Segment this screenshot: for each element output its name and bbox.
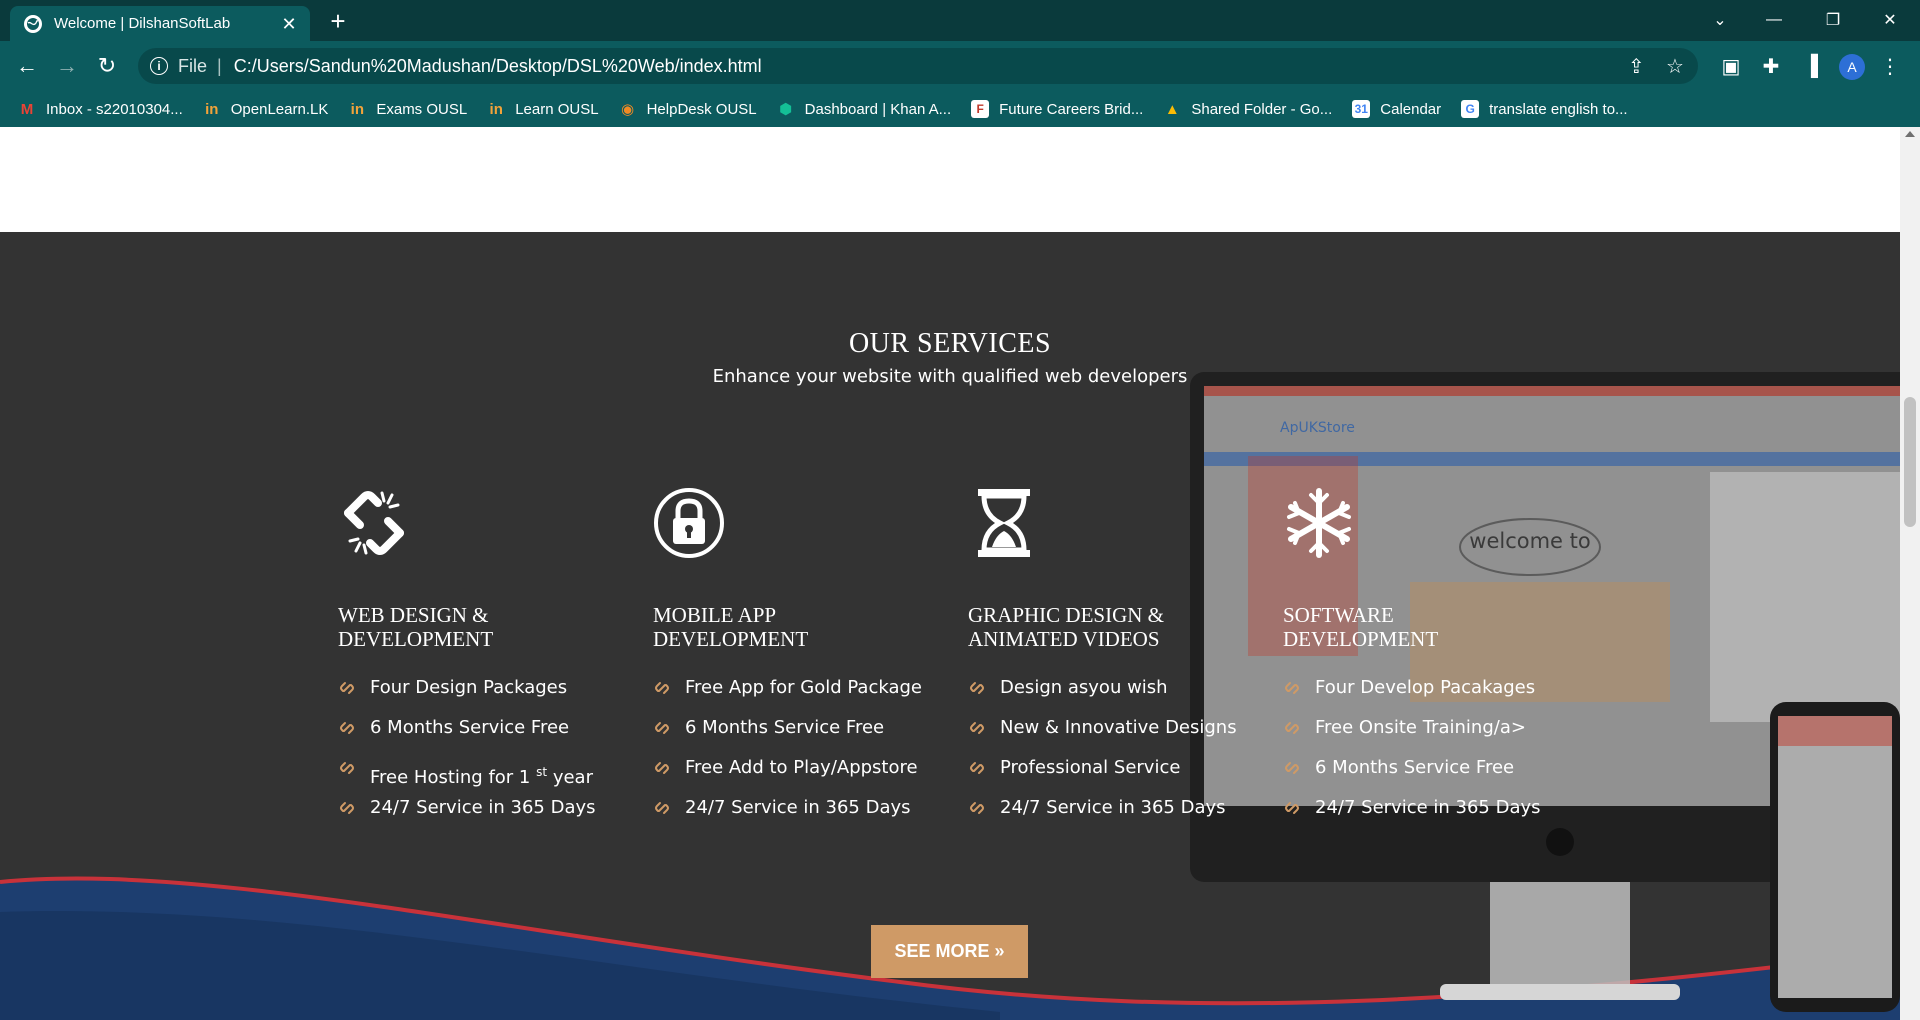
site-info-icon[interactable]: i (150, 57, 168, 75)
address-url[interactable]: C:/Users/Sandun%20Madushan/Desktop/DSL%2… (234, 56, 762, 77)
browser-tab-active[interactable]: Welcome | DilshanSoftLab ✕ (10, 6, 310, 41)
google-calendar-icon: 31 (1352, 100, 1371, 118)
profile-avatar[interactable]: A (1839, 54, 1865, 80)
list-item: Four Develop Pacakages (1283, 677, 1583, 717)
close-window-icon[interactable]: ✕ (1870, 6, 1910, 34)
forward-icon[interactable]: → (52, 51, 82, 81)
see-more-button[interactable]: SEE MORE » (871, 925, 1028, 978)
service-software-development: SOFTWARE DEVELOPMENT Four Develop Pacakag… (1283, 487, 1583, 837)
globe-icon (24, 14, 42, 33)
services-section: welcome to ApUKStore OUR SERVICES Enhanc… (0, 232, 1900, 1020)
new-tab-button[interactable]: + (326, 8, 350, 34)
extensions-puzzle-icon[interactable]: ✚ (1756, 51, 1786, 81)
back-icon[interactable]: ← (12, 51, 42, 81)
address-bar[interactable]: i File | C:/Users/Sandun%20Madushan/Desk… (138, 48, 1698, 84)
bookmark-item[interactable]: 31 Calendar (1352, 100, 1441, 118)
list-item: 24/7 Service in 365 Days (653, 797, 953, 837)
browser-toolbar: ← → ↻ i File | C:/Users/Sandun%20Madusha… (0, 41, 1920, 91)
khan-academy-icon: ⬢ (779, 101, 793, 118)
hourglass-icon (968, 487, 1040, 559)
unlink-icon (338, 487, 410, 559)
bookmark-item[interactable]: Gtranslate english to... (1461, 100, 1628, 118)
share-icon[interactable]: ⇪ (1628, 48, 1645, 84)
bookmark-label: Exams OUSL (376, 100, 468, 118)
list-item: 6 Months Service Free (1283, 757, 1583, 797)
service-features-list: Design asyou wish New & Innovative Desig… (968, 677, 1268, 837)
service-mobile-app: MOBILE APP DEVELOPMENT Free App for Gold … (653, 487, 953, 837)
tab-search-icon[interactable]: ⌄ (1700, 6, 1740, 34)
minimize-icon[interactable]: — (1754, 6, 1794, 34)
snowflake-icon (1283, 487, 1355, 559)
section-title: OUR SERVICES (848, 328, 1052, 359)
side-panel-icon[interactable]: ▐ (1796, 51, 1826, 81)
bookmark-star-icon[interactable]: ☆ (1666, 48, 1684, 84)
helpdesk-icon: ◉ (621, 101, 635, 118)
bookmark-label: Future Careers Brid... (999, 100, 1144, 118)
list-item: Free Onsite Training/a> (1283, 717, 1583, 757)
bookmark-label: translate english to... (1489, 100, 1628, 118)
address-separator: | (217, 55, 222, 76)
service-heading: GRAPHIC DESIGN & ANIMATED VIDEOS (968, 603, 1165, 651)
google-drive-icon: ▲ (1164, 100, 1180, 118)
bookmark-item[interactable]: in Exams OUSL (348, 100, 468, 118)
mockup-store-logo: ApUKStore (1280, 420, 1355, 436)
more-menu-icon[interactable]: ⋮ (1875, 51, 1905, 81)
bookmark-item[interactable]: ◉ HelpDesk OUSL (619, 100, 757, 119)
service-heading: WEB DESIGN & DEVELOPMENT (338, 603, 494, 651)
list-item: 6 Months Service Free (653, 717, 953, 757)
list-item: 24/7 Service in 365 Days (1283, 797, 1583, 837)
list-item: Four Design Packages (338, 677, 638, 717)
list-item: New & Innovative Designs (968, 717, 1268, 757)
scroll-up-arrow-icon[interactable] (1905, 131, 1915, 137)
google-icon: G (1461, 100, 1480, 118)
bookmark-item[interactable]: F Future Careers Brid... (971, 100, 1143, 118)
bookmark-item[interactable]: ▲ Shared Folder - Go... (1163, 100, 1332, 118)
reload-icon[interactable]: ↻ (92, 51, 122, 81)
service-features-list: Free App for Gold Package 6 Months Servi… (653, 677, 953, 837)
scrollbar-thumb[interactable] (1904, 397, 1916, 527)
service-heading: MOBILE APP DEVELOPMENT (653, 603, 809, 651)
service-features-list: Four Design Packages 6 Months Service Fr… (338, 677, 638, 837)
bookmark-label: OpenLearn.LK (230, 100, 329, 118)
bookmarks-bar: M Inbox - s22010304... in OpenLearn.LK in Exa… (0, 91, 1920, 127)
bookmark-label: Calendar (1380, 100, 1442, 118)
list-item: Professional Service (968, 757, 1268, 797)
list-item: 24/7 Service in 365 Days (968, 797, 1268, 837)
ousl-icon: in (350, 100, 365, 118)
bookmark-item[interactable]: M Inbox - s22010304... (18, 100, 183, 118)
bookmark-label: HelpDesk OUSL (646, 100, 757, 118)
bookmark-label: Dashboard | Khan A... (804, 100, 952, 118)
service-web-design: WEB DESIGN & DEVELOPMENT Four Design Pack… (338, 487, 638, 837)
bookmark-item[interactable]: in Learn OUSL (487, 100, 599, 118)
restore-icon[interactable]: ❐ (1813, 6, 1853, 34)
bookmark-label: Shared Folder - Go... (1191, 100, 1333, 118)
service-features-list: Four Develop Pacakages Free Onsite Train… (1283, 677, 1583, 837)
page-viewport: welcome to ApUKStore OUR SERVICES Enhanc… (0, 127, 1900, 1020)
address-scheme: File (178, 55, 208, 76)
browser-tab-strip: Welcome | DilshanSoftLab ✕ + ⌄ — ❐ ✕ (0, 0, 1920, 41)
ousl-icon: in (489, 100, 503, 118)
bookmark-label: Learn OUSL (515, 100, 599, 118)
list-item: 6 Months Service Free (338, 717, 638, 757)
bookmark-item[interactable]: ⬢ Dashboard | Khan A... (777, 100, 952, 119)
list-item: Free App for Gold Package (653, 677, 953, 717)
bookmark-label: Inbox - s22010304... (46, 100, 183, 118)
list-item: Design asyou wish (968, 677, 1268, 717)
service-graphic-design: GRAPHIC DESIGN & ANIMATED VIDEOS Design a… (968, 487, 1268, 837)
camera-extension-icon[interactable]: ▣ (1716, 51, 1746, 81)
close-tab-icon[interactable]: ✕ (280, 15, 298, 33)
page-scrollbar[interactable] (1900, 127, 1920, 1020)
section-subtitle: Enhance your website with qualified web … (712, 366, 1188, 387)
gmail-icon: M (20, 100, 34, 118)
bookmark-item[interactable]: in OpenLearn.LK (203, 100, 329, 118)
list-item: Free Add to Play/Appstore (653, 757, 953, 797)
future-careers-icon: F (971, 100, 990, 118)
tab-title: Welcome | DilshanSoftLab (54, 15, 231, 32)
lock-icon (653, 487, 725, 559)
list-item: Free Hosting for 1 st year (338, 757, 638, 797)
list-item: 24/7 Service in 365 Days (338, 797, 638, 837)
service-heading: SOFTWARE DEVELOPMENT (1283, 603, 1439, 651)
ousl-icon: in (205, 100, 219, 118)
